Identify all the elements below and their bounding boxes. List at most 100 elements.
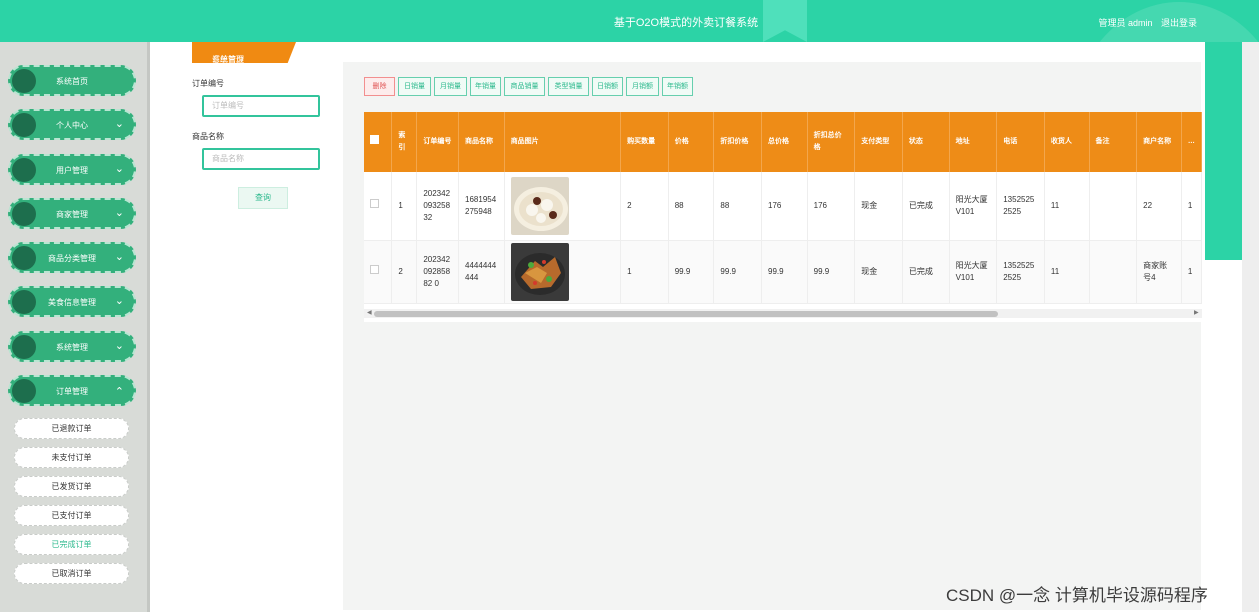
cell-pay-type: 现金	[854, 240, 903, 304]
column-header-more: …	[1181, 112, 1202, 172]
column-header-order-no[interactable]: 订单编号	[416, 112, 460, 172]
nav-item-category-management[interactable]: 商品分类管理 ⌄	[8, 242, 136, 273]
cell-disc-total: 99.9	[807, 240, 856, 304]
yearly-sales-button[interactable]: 年销量	[470, 77, 501, 96]
chevron-down-icon: ⌄	[114, 340, 124, 352]
logout-link[interactable]: 退出登录	[1161, 18, 1197, 28]
nav-item-system-management[interactable]: 系统管理 ⌄	[8, 331, 136, 362]
column-header-status[interactable]: 状态	[902, 112, 950, 172]
cell-status: 已完成	[902, 240, 950, 304]
goods-name-label: 商品名称	[192, 132, 224, 141]
user-info: 管理员 admin 退出登录	[1092, 16, 1197, 29]
cell-phone: 13525252525	[996, 240, 1045, 304]
cell-index: 1	[391, 172, 418, 241]
nav-item-personal-center[interactable]: 个人中心 ⌄	[8, 109, 136, 140]
cell-receiver: 11	[1044, 240, 1090, 304]
cell-goods-name: 1681954275948	[458, 172, 505, 241]
column-header-index[interactable]: 索引	[391, 112, 418, 172]
top-header: 基于O2O模式的外卖订餐系统 管理员 admin 退出登录	[0, 0, 1259, 262]
cell-pay-type: 现金	[854, 172, 903, 241]
cell-more: 1	[1181, 172, 1202, 241]
column-header-price[interactable]: 价格	[668, 112, 715, 172]
goods-image-grilled-dish[interactable]	[510, 242, 569, 301]
column-header-receiver[interactable]: 收货人	[1044, 112, 1090, 172]
row-checkbox[interactable]	[370, 265, 379, 274]
cell-price: 99.9	[668, 240, 715, 304]
chevron-down-icon: ⌄	[114, 251, 124, 263]
scroll-left-icon[interactable]: ◀	[367, 309, 372, 316]
sub-item-unpaid-orders[interactable]: 未支付订单	[14, 447, 129, 468]
scrollbar-thumb[interactable]	[374, 311, 998, 317]
chevron-down-icon: ⌄	[114, 295, 124, 307]
yearly-revenue-button[interactable]: 年销额	[662, 77, 693, 96]
nav-item-merchant-management[interactable]: 商家管理 ⌄	[8, 198, 136, 229]
select-all-checkbox[interactable]	[370, 135, 379, 144]
sub-item-shipped-orders[interactable]: 已发货订单	[14, 476, 129, 497]
column-header-disc-price[interactable]: 折扣价格	[713, 112, 762, 172]
cell-total: 176	[761, 172, 808, 241]
table-header-row: 索引 订单编号 商品名称 商品图片 购买数量 价格 折扣价格 总价格 折扣总价格…	[364, 112, 1202, 172]
table-row[interactable]: 2 20234209285882 0 4444444444 1 99.9 99.…	[364, 240, 1202, 304]
sub-item-paid-orders[interactable]: 已支付订单	[14, 505, 129, 526]
chevron-down-icon: ⌄	[114, 207, 124, 219]
nav-label: 系统首页	[56, 77, 88, 86]
sub-item-completed-orders[interactable]: 已完成订单	[14, 534, 129, 555]
cell-disc-price: 99.9	[713, 240, 762, 304]
column-header-phone[interactable]: 电话	[996, 112, 1045, 172]
column-header-qty[interactable]: 购买数量	[620, 112, 669, 172]
sub-item-cancelled-orders[interactable]: 已取消订单	[14, 563, 129, 584]
cell-goods-image	[504, 240, 622, 304]
page-scrollbar[interactable]	[1242, 42, 1259, 612]
daily-revenue-button[interactable]: 日销额	[592, 77, 623, 96]
cell-phone: 13525252525	[996, 172, 1045, 241]
row-select-cell	[364, 172, 393, 241]
cell-index: 2	[391, 240, 418, 304]
monthly-sales-button[interactable]: 月销量	[434, 77, 467, 96]
cell-qty: 1	[620, 240, 669, 304]
query-button[interactable]: 查询	[238, 187, 288, 209]
scroll-right-icon[interactable]: ▶	[1194, 309, 1199, 316]
cell-address: 阳光大厦V101	[949, 172, 998, 241]
breadcrumb: 系统首页 ⋮ 订单管理	[192, 42, 296, 63]
goods-name-input[interactable]: 商品名称	[202, 148, 320, 170]
column-header-remark[interactable]: 备注	[1089, 112, 1138, 172]
row-checkbox[interactable]	[370, 199, 379, 209]
goods-sales-button[interactable]: 商品销量	[504, 77, 545, 96]
cell-qty: 2	[620, 172, 669, 241]
orders-table: 索引 订单编号 商品名称 商品图片 购买数量 价格 折扣价格 总价格 折扣总价格…	[364, 112, 1202, 322]
cell-order-no: 20234209325832	[416, 172, 460, 241]
daily-sales-button[interactable]: 日销量	[398, 77, 431, 96]
system-title: 基于O2O模式的外卖订餐系统	[613, 17, 759, 29]
select-all-header	[364, 112, 393, 172]
nav-item-order-management[interactable]: 订单管理 ⌃	[8, 375, 136, 406]
admin-label: 管理员 admin	[1098, 18, 1153, 28]
column-header-address[interactable]: 地址	[949, 112, 998, 172]
goods-image-dumpling-soup[interactable]	[510, 176, 569, 235]
column-header-goods-image[interactable]: 商品图片	[504, 112, 622, 172]
column-header-pay-type[interactable]: 支付类型	[854, 112, 903, 172]
sub-item-refunded-orders[interactable]: 已退款订单	[14, 418, 129, 439]
row-select-cell	[364, 240, 393, 304]
delete-button[interactable]: 删除	[364, 77, 395, 96]
column-header-disc-total[interactable]: 折扣总价格	[807, 112, 856, 172]
cell-disc-total: 176	[807, 172, 856, 241]
nav-item-food-management[interactable]: 美食信息管理 ⌄	[8, 286, 136, 317]
column-header-goods-name[interactable]: 商品名称	[458, 112, 505, 172]
cell-goods-image	[504, 172, 622, 241]
chevron-up-icon: ⌃	[114, 386, 124, 398]
cell-remark	[1089, 172, 1138, 241]
order-no-label: 订单编号	[192, 79, 224, 88]
type-sales-button[interactable]: 类型销量	[548, 77, 589, 96]
nav-item-home[interactable]: 系统首页	[8, 65, 136, 96]
nav-item-user-management[interactable]: 用户管理 ⌄	[8, 154, 136, 185]
cell-address: 阳光大厦V101	[949, 240, 998, 304]
cell-order-no: 20234209285882 0	[416, 240, 460, 304]
cell-remark	[1089, 240, 1138, 304]
cell-merchant: 商家账号4	[1136, 240, 1182, 304]
column-header-merchant[interactable]: 商户名称	[1136, 112, 1182, 172]
table-row[interactable]: 1 20234209325832 1681954275948 2 88 88 1…	[364, 172, 1202, 241]
cell-total: 99.9	[761, 240, 808, 304]
column-header-total[interactable]: 总价格	[761, 112, 808, 172]
order-no-input[interactable]: 订单编号	[202, 95, 320, 117]
monthly-revenue-button[interactable]: 月销额	[626, 77, 659, 96]
